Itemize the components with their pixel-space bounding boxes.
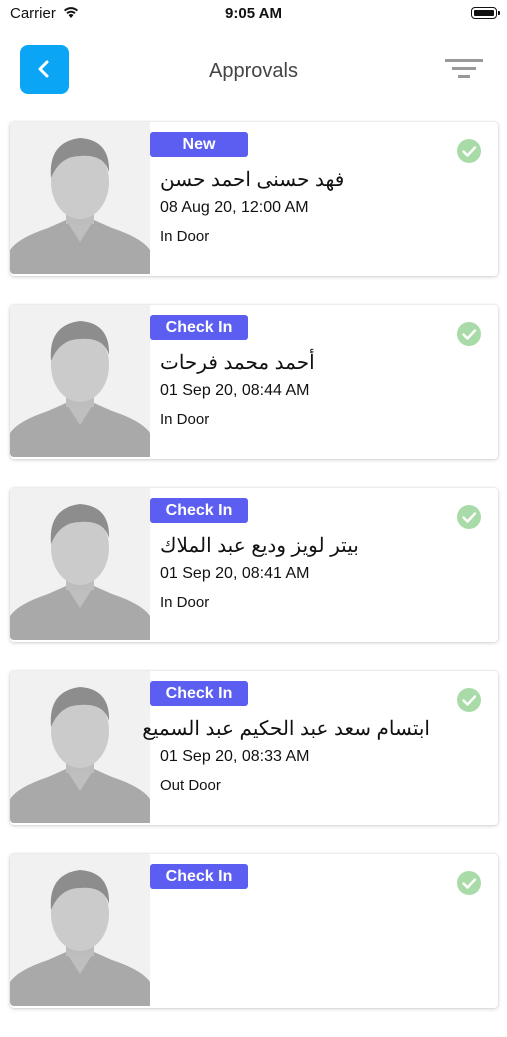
person-silhouette-icon xyxy=(10,504,150,640)
approval-card[interactable]: Check In xyxy=(10,854,498,1008)
status-badge: Check In xyxy=(150,864,248,889)
approval-card[interactable]: Check In بيتر لويز وديع عبد الملاك 01 Se… xyxy=(10,488,498,642)
person-name: ابتسام سعد عبد الحكيم عبد السميع xyxy=(142,718,430,740)
status-badge: Check In xyxy=(150,681,248,706)
status-badge: New xyxy=(150,132,248,157)
approval-card[interactable]: Check In أحمد محمد فرحات 01 Sep 20, 08:4… xyxy=(10,305,498,459)
navigation-bar: Approvals xyxy=(0,40,507,100)
approval-card[interactable]: New فهد حسنى احمد حسن 08 Aug 20, 12:00 A… xyxy=(10,122,498,276)
approved-check-icon xyxy=(457,139,481,163)
door-label: In Door xyxy=(160,411,210,428)
person-silhouette-icon xyxy=(10,138,150,274)
timestamp: 01 Sep 20, 08:44 AM xyxy=(160,382,310,399)
person-name: بيتر لويز وديع عبد الملاك xyxy=(160,535,359,557)
avatar xyxy=(10,488,150,640)
clock-label: 9:05 AM xyxy=(225,5,282,22)
approved-check-icon xyxy=(457,871,481,895)
approved-check-icon xyxy=(457,688,481,712)
filter-button[interactable] xyxy=(443,55,485,85)
timestamp: 08 Aug 20, 12:00 AM xyxy=(160,199,309,216)
filter-icon xyxy=(445,59,483,78)
status-badge: Check In xyxy=(150,498,248,523)
person-name: أحمد محمد فرحات xyxy=(160,352,315,374)
person-silhouette-icon xyxy=(10,321,150,457)
page-title: Approvals xyxy=(209,60,298,82)
battery-icon xyxy=(471,7,500,19)
person-silhouette-icon xyxy=(10,870,150,1006)
approval-card[interactable]: Check In ابتسام سعد عبد الحكيم عبد السمي… xyxy=(10,671,498,825)
status-badge: Check In xyxy=(150,315,248,340)
approved-check-icon xyxy=(457,505,481,529)
approved-check-icon xyxy=(457,322,481,346)
avatar xyxy=(10,122,150,274)
avatar xyxy=(10,671,150,823)
door-label: In Door xyxy=(160,228,210,245)
timestamp: 01 Sep 20, 08:41 AM xyxy=(160,565,310,582)
avatar xyxy=(10,305,150,457)
door-label: Out Door xyxy=(160,777,221,794)
timestamp: 01 Sep 20, 08:33 AM xyxy=(160,748,310,765)
avatar xyxy=(10,854,150,1006)
person-name: فهد حسنى احمد حسن xyxy=(160,169,345,191)
door-label: In Door xyxy=(160,594,210,611)
person-silhouette-icon xyxy=(10,687,150,823)
status-bar: Carrier 9:05 AM xyxy=(0,0,507,30)
